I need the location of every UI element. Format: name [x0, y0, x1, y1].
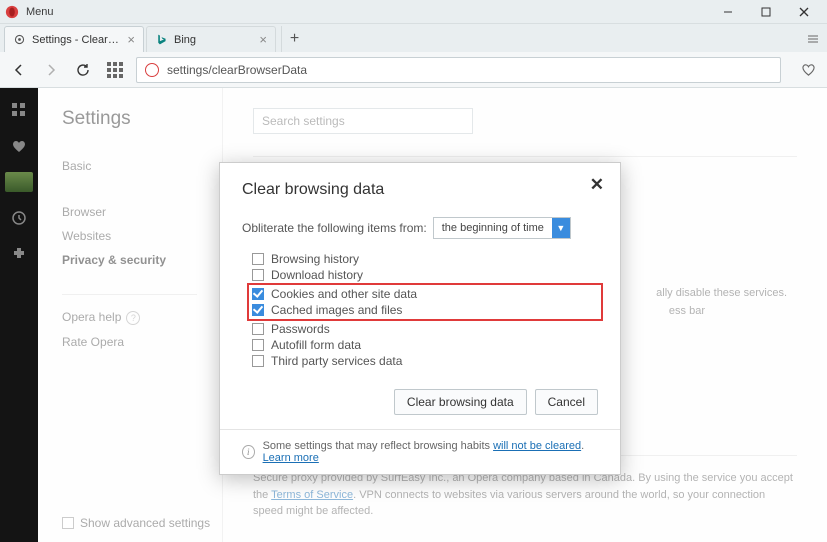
obliterate-label: Obliterate the following items from: [242, 221, 427, 235]
reload-button[interactable] [72, 59, 94, 81]
tab-label: Bing [174, 34, 253, 46]
window-controls [709, 0, 823, 24]
tab-bing[interactable]: Bing × [146, 26, 276, 52]
not-cleared-link[interactable]: will not be cleared [493, 440, 581, 452]
checkbox-icon[interactable] [252, 304, 264, 316]
opera-logo-icon [4, 4, 20, 20]
item-third-party[interactable]: Third party services data [252, 353, 598, 369]
maximize-button[interactable] [747, 0, 785, 24]
close-window-button[interactable] [785, 0, 823, 24]
tab-close-icon[interactable]: × [127, 32, 135, 47]
url-input[interactable] [167, 63, 772, 77]
info-icon: i [242, 445, 255, 459]
grid-icon[interactable] [9, 100, 29, 120]
tab-menu-button[interactable] [799, 26, 827, 52]
window-titlebar: Menu [0, 0, 827, 24]
dialog-title: Clear browsing data [242, 181, 598, 199]
menu-label[interactable]: Menu [26, 6, 54, 18]
tab-strip: Settings - Clear browsing d × Bing × + [0, 24, 827, 52]
extensions-icon[interactable] [9, 244, 29, 264]
gear-icon [13, 33, 26, 46]
left-icon-bar [0, 88, 38, 542]
clear-button[interactable]: Clear browsing data [394, 389, 527, 415]
chevron-down-icon: ▼ [552, 218, 570, 238]
clear-browsing-data-dialog: ✕ Clear browsing data Obliterate the fol… [219, 162, 621, 475]
heart-icon[interactable] [9, 136, 29, 156]
checkbox-icon[interactable] [252, 323, 264, 335]
forward-button[interactable] [40, 59, 62, 81]
time-range-select[interactable]: the beginning of time ▼ [433, 217, 571, 239]
cancel-button[interactable]: Cancel [535, 389, 598, 415]
dialog-close-button[interactable]: ✕ [590, 175, 604, 195]
checkbox-icon[interactable] [252, 253, 264, 265]
speed-dial-button[interactable] [104, 59, 126, 81]
data-type-list: Browsing history Download history Cookie… [252, 251, 598, 369]
tab-close-icon[interactable]: × [259, 32, 267, 47]
checkbox-icon[interactable] [252, 339, 264, 351]
item-download-history[interactable]: Download history [252, 267, 598, 283]
time-range-value: the beginning of time [434, 222, 552, 234]
history-icon[interactable] [9, 208, 29, 228]
learn-more-link[interactable]: Learn more [263, 452, 319, 464]
checkbox-icon[interactable] [252, 269, 264, 281]
checkbox-icon[interactable] [252, 355, 264, 367]
navigation-bar [0, 52, 827, 88]
tab-label: Settings - Clear browsing d [32, 34, 121, 46]
dialog-footer: i Some settings that may reflect browsin… [220, 429, 620, 474]
item-passwords[interactable]: Passwords [252, 321, 598, 337]
tab-settings[interactable]: Settings - Clear browsing d × [4, 26, 144, 52]
item-cached[interactable]: Cached images and files [252, 302, 598, 318]
bing-icon [155, 33, 168, 46]
new-tab-button[interactable]: + [281, 26, 307, 52]
minimize-button[interactable] [709, 0, 747, 24]
news-thumbnail-icon[interactable] [5, 172, 33, 192]
opera-badge-icon [145, 63, 159, 77]
item-cookies[interactable]: Cookies and other site data [252, 286, 598, 302]
bookmark-heart-icon[interactable] [797, 59, 819, 81]
highlight-annotation: Cookies and other site data Cached image… [247, 283, 603, 321]
item-autofill[interactable]: Autofill form data [252, 337, 598, 353]
item-browsing-history[interactable]: Browsing history [252, 251, 598, 267]
back-button[interactable] [8, 59, 30, 81]
address-bar[interactable] [136, 57, 781, 83]
checkbox-icon[interactable] [252, 288, 264, 300]
